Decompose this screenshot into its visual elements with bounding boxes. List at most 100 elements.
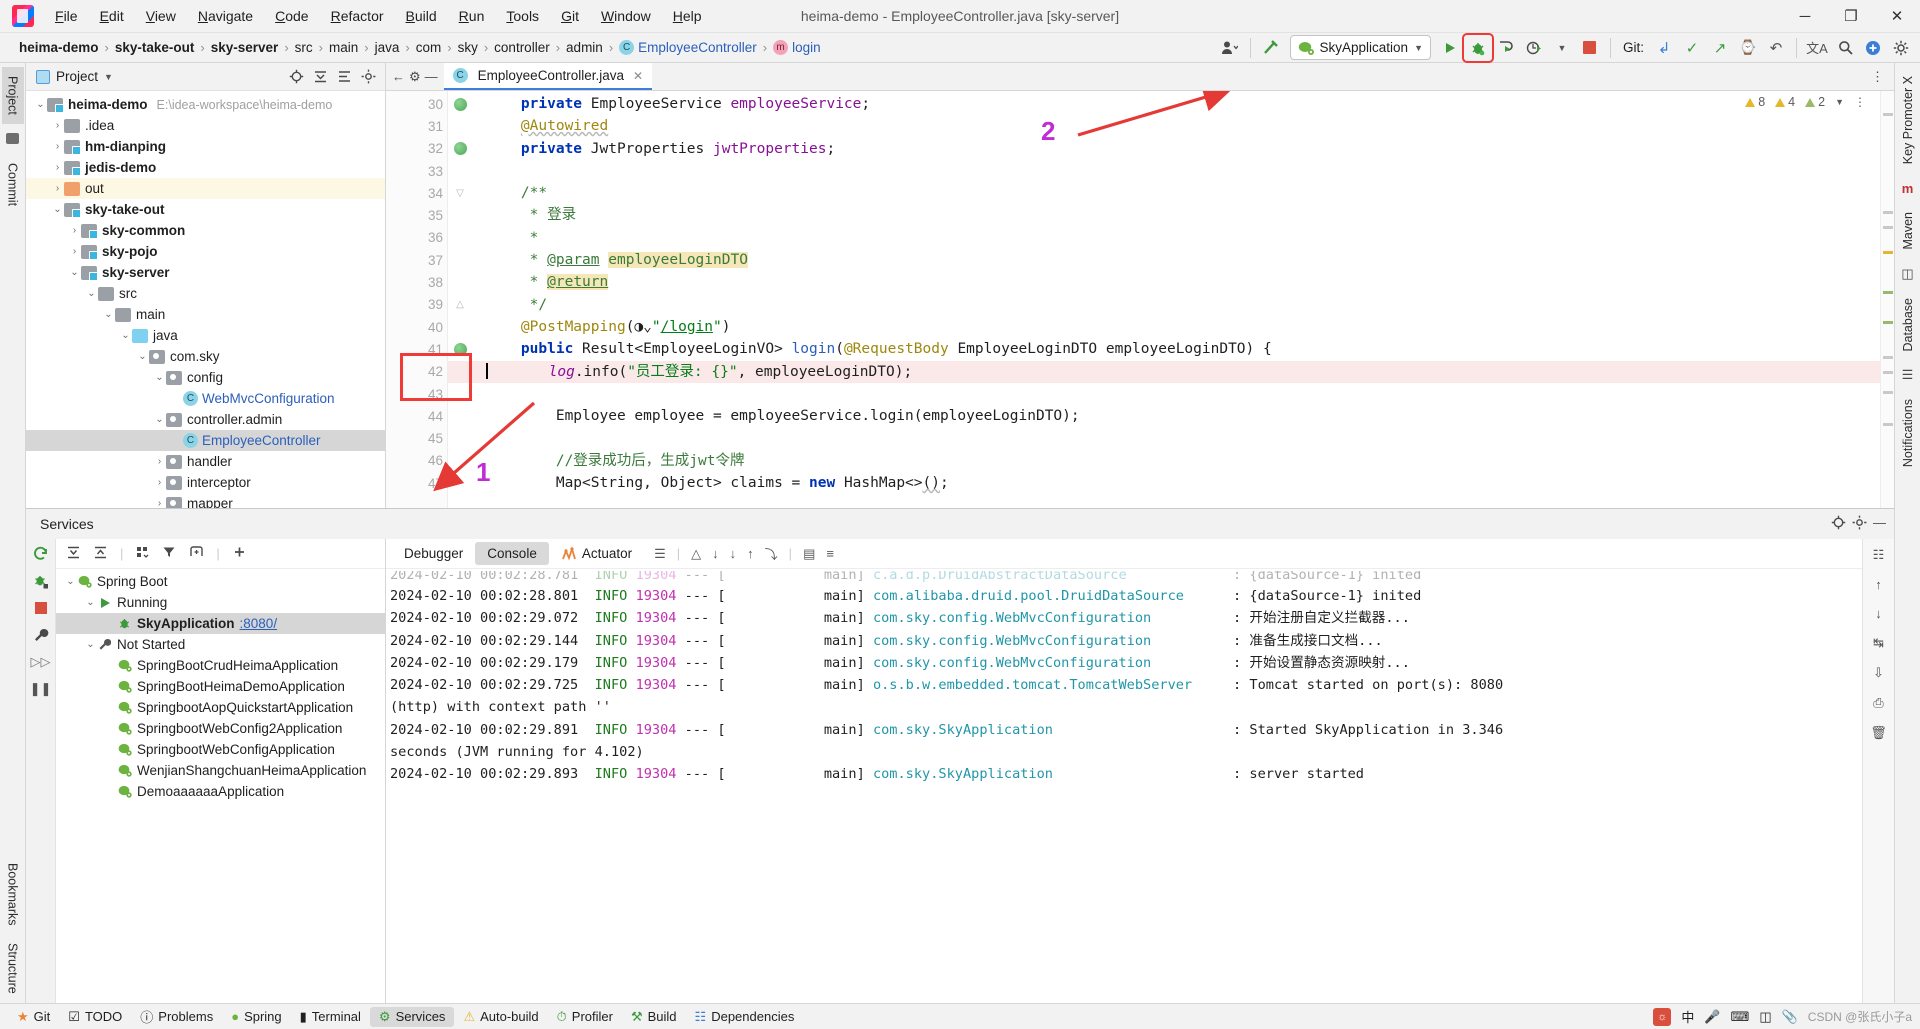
rollback-icon[interactable]: ↶ — [1763, 36, 1789, 60]
settings-icon[interactable] — [357, 66, 379, 88]
sunflower-icon[interactable]: ☼ — [1653, 1007, 1672, 1026]
history-icon[interactable]: ⌚ — [1735, 36, 1761, 60]
chevron-down-icon[interactable]: ⌄ — [153, 414, 166, 425]
code-line-36[interactable]: * — [448, 227, 1880, 249]
tree-node-interceptor[interactable]: › interceptor — [26, 472, 385, 493]
close-button[interactable]: ✕ — [1874, 0, 1920, 33]
code-line-37[interactable]: * @param employeeLoginDTO — [448, 249, 1880, 271]
tree-node-webmvcconfiguration[interactable]: ·C WebMvcConfiguration — [26, 388, 385, 409]
service-node-demoaaaaaaapplication[interactable]: · DemoaaaaaaApplication — [56, 781, 385, 802]
window-controls[interactable]: ─ ❐ ✕ — [1782, 0, 1920, 33]
gutter-line-45[interactable]: 45 — [386, 427, 447, 449]
chevron-down-icon[interactable]: ⌄ — [84, 597, 97, 608]
pause-icon[interactable]: ❚❚ — [30, 680, 52, 698]
console-right-rail[interactable]: ☷ ↑ ↓ ↹ ⇩ ⎙ 🗑 — [1862, 539, 1894, 1003]
breadcrumb-sky-server[interactable]: sky-server — [206, 39, 284, 56]
stop-icon[interactable] — [32, 599, 50, 617]
run-icon[interactable] — [1437, 36, 1463, 60]
breadcrumb-com[interactable]: com — [411, 39, 447, 56]
down2-icon[interactable]: ↓ — [730, 546, 737, 561]
gutter-line-38[interactable]: 38 — [386, 271, 447, 293]
search-icon[interactable] — [1832, 36, 1858, 60]
chevron-right-icon[interactable]: › — [153, 477, 166, 488]
gutter-line-34[interactable]: 34 ▽ — [386, 182, 464, 204]
gutter-line-39[interactable]: 39 △ — [386, 294, 464, 316]
filter-icon[interactable] — [162, 545, 177, 563]
code-line-46[interactable]: //登录成功后，生成jwt令牌 — [448, 450, 1880, 472]
chevron-down-icon[interactable]: ⌄ — [136, 351, 149, 362]
editor-tab-left-controls[interactable]: ← ⚙ — — [386, 63, 444, 90]
chevron-right-icon[interactable]: › — [153, 498, 166, 508]
service-node-springbootheimademoapplication[interactable]: · SpringBootHeimaDemoApplication — [56, 676, 385, 697]
error-stripe[interactable] — [1880, 91, 1894, 508]
code-line-30[interactable]: private EmployeeService employeeService; — [448, 93, 1880, 115]
table-icon[interactable]: ▤ — [803, 546, 815, 562]
sidebar-tab-maven[interactable]: Maven — [1897, 203, 1919, 259]
menu-run[interactable]: Run — [448, 4, 496, 28]
close-icon[interactable]: ✕ — [633, 69, 643, 83]
chevron-down-icon[interactable]: ⌄ — [51, 204, 64, 215]
chevron-right-icon[interactable]: › — [51, 141, 64, 152]
gutter-line-46[interactable]: 46 — [386, 450, 447, 472]
chevron-down-icon[interactable]: ▼ — [1414, 43, 1423, 53]
service-node-springbootcrudheimaapplication[interactable]: · SpringBootCrudHeimaApplication — [56, 655, 385, 676]
code-line-34[interactable]: /** — [448, 182, 1880, 204]
sidebar-tab-notifications[interactable]: Notifications — [1897, 390, 1919, 476]
service-node-wenjianshangchuanheimaapplication[interactable]: · WenjianShangchuanHeimaApplication — [56, 760, 385, 781]
inspection-chevron-icon[interactable]: ▼ — [1835, 97, 1844, 107]
inspection-summary[interactable]: 8 4 2 ▼ ⋮ — [1745, 95, 1866, 109]
service-node-not-started[interactable]: ⌄ Not Started — [56, 634, 385, 655]
tree-node-com-sky[interactable]: ⌄ com.sky — [26, 346, 385, 367]
breadcrumb-employeecontroller[interactable]: C EmployeeController — [614, 39, 762, 56]
sidebar-tab-bookmarks[interactable]: Bookmarks — [2, 854, 24, 935]
code-line-41[interactable]: public Result<EmployeeLoginVO> login(@Re… — [448, 338, 1880, 360]
tray-icon[interactable]: ◫ — [1759, 1009, 1771, 1025]
gutter-line-41[interactable]: 41 — [386, 338, 467, 360]
code-line-33[interactable] — [448, 160, 1880, 182]
code-line-32[interactable]: private JwtProperties jwtProperties; — [448, 138, 1880, 160]
service-node-spring-boot[interactable]: ⌄ Spring Boot — [56, 571, 385, 592]
menu-file[interactable]: File — [44, 4, 89, 28]
menu-bar[interactable]: File Edit View Navigate Code Refactor Bu… — [44, 4, 713, 28]
status-spring[interactable]: ● Spring — [222, 1007, 290, 1026]
chevron-down-icon[interactable]: ⌄ — [153, 372, 166, 383]
tree-node-employeecontroller[interactable]: ·C EmployeeController — [26, 430, 385, 451]
delete-icon[interactable]: 🗑 — [1870, 725, 1887, 741]
tree-node-sky-take-out[interactable]: ⌄ sky-take-out — [26, 199, 385, 220]
folder-icon[interactable] — [3, 129, 23, 149]
git-update-icon[interactable]: ↲ — [1651, 36, 1677, 60]
settings-icon[interactable] — [1852, 515, 1867, 533]
menu-refactor[interactable]: Refactor — [320, 4, 395, 28]
print-icon[interactable]: ⎙ — [1873, 695, 1883, 711]
breadcrumb-controller[interactable]: controller — [489, 39, 555, 56]
add-tab-icon[interactable] — [189, 545, 204, 563]
menu-code[interactable]: Code — [264, 4, 319, 28]
console-tool-icons[interactable]: ☰ | △ ↓ ↓ ↑ ⤵ | ▤ ≡ — [654, 544, 834, 563]
status-todo[interactable]: ☑ TODO — [59, 1007, 131, 1027]
gutter-line-36[interactable]: 36 — [386, 227, 447, 249]
status-auto-build[interactable]: ⚠ Auto-build — [454, 1007, 547, 1027]
user-icon[interactable] — [1217, 36, 1243, 60]
service-node-springbootaopquickstartapplication[interactable]: · SpringbootAopQuickstartApplication — [56, 697, 385, 718]
sidebar-tab-commit[interactable]: Commit — [2, 154, 24, 215]
run-configuration-selector[interactable]: SkyApplication ▼ — [1289, 35, 1431, 60]
locate-icon[interactable] — [285, 66, 307, 88]
service-port-link[interactable]: :8080/ — [240, 616, 278, 631]
editor-gutter[interactable]: 30 31 32 33 34▽ 35 36 37 38 39△ 40 41 42 43 44 45 46 47 — [386, 91, 467, 508]
tab-console[interactable]: Console — [475, 542, 549, 565]
maximize-button[interactable]: ❐ — [1828, 0, 1874, 33]
gutter-line-43[interactable]: 43 — [386, 383, 447, 405]
scroll-down-icon[interactable]: ↓ — [1875, 606, 1882, 621]
tree-node-handler[interactable]: › handler — [26, 451, 385, 472]
chevron-right-icon[interactable]: › — [68, 246, 81, 257]
tree-node-hm-dianping[interactable]: › hm-dianping — [26, 136, 385, 157]
chevron-right-icon[interactable]: › — [51, 162, 64, 173]
tree-node-sky-pojo[interactable]: › sky-pojo — [26, 241, 385, 262]
tree-node-out[interactable]: › out — [26, 178, 385, 199]
editor-tab-employeecontroller[interactable]: C EmployeeController.java ✕ — [443, 63, 653, 90]
tree-node-java[interactable]: ⌄ java — [26, 325, 385, 346]
status-terminal[interactable]: ▮ Terminal — [291, 1007, 370, 1027]
service-node-springbootwebconfigapplication[interactable]: · SpringbootWebConfigApplication — [56, 739, 385, 760]
collapse-all-icon[interactable] — [93, 545, 108, 563]
chevron-right-icon[interactable]: › — [51, 120, 64, 131]
